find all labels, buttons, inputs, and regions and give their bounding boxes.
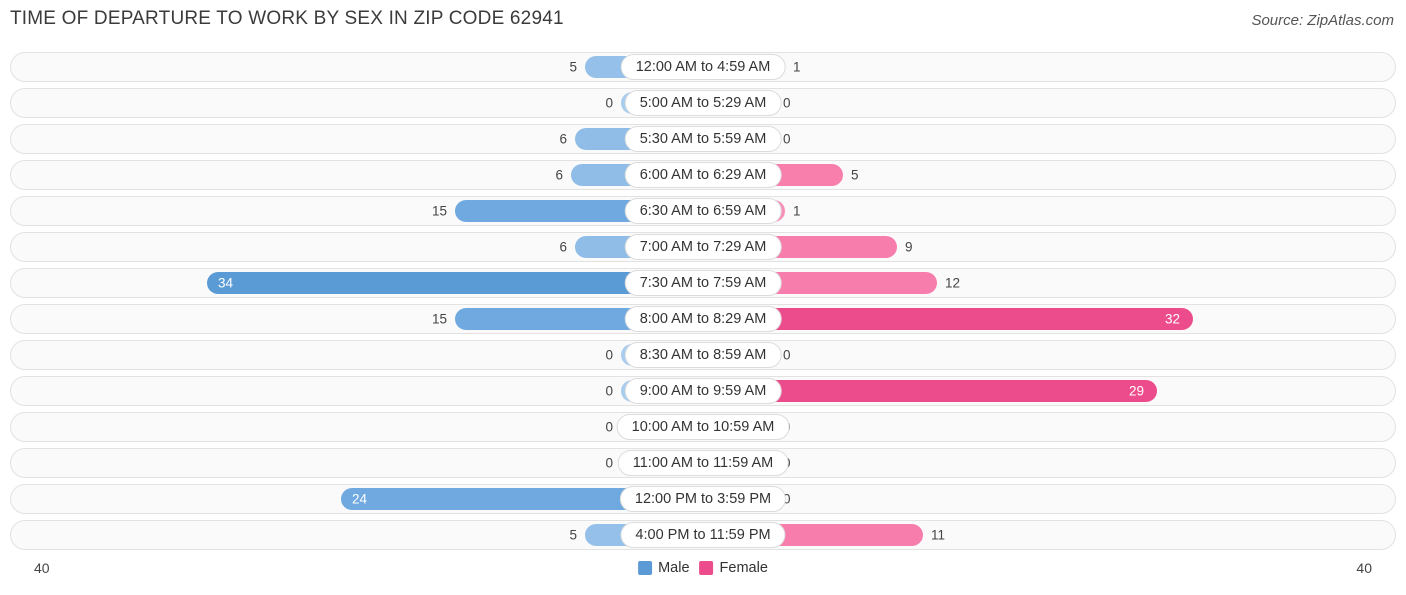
- value-female: 5: [851, 167, 859, 183]
- value-male: 15: [431, 203, 447, 219]
- row-inner: 6 0 5:30 AM to 5:59 AM: [11, 125, 1395, 153]
- chart-rows: 5 1 12:00 AM to 4:59 AM 0 0 5:00 AM to 5:29 A…: [10, 52, 1396, 556]
- category-label: 12:00 AM to 4:59 AM: [620, 54, 786, 80]
- table-row: 0011:00 AM to 11:59 AM: [10, 448, 1396, 478]
- row-inner: 6 5 6:00 AM to 6:29 AM: [11, 161, 1395, 189]
- table-row: 34 12 7:30 AM to 7:59 AM: [10, 268, 1396, 298]
- table-row: 0 29 9:00 AM to 9:59 AM: [10, 376, 1396, 406]
- row-inner: 0011:00 AM to 11:59 AM: [11, 449, 1395, 477]
- axis-right-max: 40: [1356, 560, 1372, 576]
- table-row: 6 9 7:00 AM to 7:29 AM: [10, 232, 1396, 262]
- table-row: 0 0 8:30 AM to 8:59 AM: [10, 340, 1396, 370]
- value-female: 0: [783, 347, 791, 363]
- table-row: 24 0 12:00 PM to 3:59 PM: [10, 484, 1396, 514]
- category-label: 5:00 AM to 5:29 AM: [624, 90, 782, 116]
- value-female: 0: [783, 131, 791, 147]
- row-inner: 5 11 4:00 PM to 11:59 PM: [11, 521, 1395, 549]
- value-male: 6: [555, 167, 563, 183]
- category-label: 5:30 AM to 5:59 AM: [624, 126, 782, 152]
- row-inner: 0 29 9:00 AM to 9:59 AM: [11, 377, 1395, 405]
- legend-item-male: Male: [638, 560, 690, 576]
- category-label: 9:00 AM to 9:59 AM: [624, 378, 782, 404]
- category-label: 8:30 AM to 8:59 AM: [624, 342, 782, 368]
- row-inner: 15 1 6:30 AM to 6:59 AM: [11, 197, 1395, 225]
- chart-legend: Male Female: [638, 560, 768, 576]
- table-row: 5 11 4:00 PM to 11:59 PM: [10, 520, 1396, 550]
- row-inner: 24 0 12:00 PM to 3:59 PM: [11, 485, 1395, 513]
- row-inner: 0 0 5:00 AM to 5:29 AM: [11, 89, 1395, 117]
- table-row: 5 1 12:00 AM to 4:59 AM: [10, 52, 1396, 82]
- value-male: 5: [569, 59, 577, 75]
- row-inner: 5 1 12:00 AM to 4:59 AM: [11, 53, 1395, 81]
- category-label: 11:00 AM to 11:59 AM: [617, 450, 789, 476]
- value-female: 11: [931, 527, 946, 543]
- table-row: 15 1 6:30 AM to 6:59 AM: [10, 196, 1396, 226]
- table-row: 0010:00 AM to 10:59 AM: [10, 412, 1396, 442]
- value-male: 0: [605, 383, 613, 399]
- row-inner: 0 0 8:30 AM to 8:59 AM: [11, 341, 1395, 369]
- table-row: 0 0 5:00 AM to 5:29 AM: [10, 88, 1396, 118]
- value-female: 1: [793, 203, 801, 219]
- legend-label-female: Female: [719, 560, 768, 576]
- value-female: 0: [783, 95, 791, 111]
- value-male: 5: [569, 527, 577, 543]
- value-male: 24: [351, 491, 367, 507]
- value-male: 6: [559, 131, 567, 147]
- value-female: 9: [905, 239, 913, 255]
- row-inner: 0010:00 AM to 10:59 AM: [11, 413, 1395, 441]
- category-label: 10:00 AM to 10:59 AM: [616, 414, 790, 440]
- category-label: 4:00 PM to 11:59 PM: [620, 522, 786, 548]
- legend-label-male: Male: [658, 560, 690, 576]
- table-row: 15 32 8:00 AM to 8:29 AM: [10, 304, 1396, 334]
- source-attribution: Source: ZipAtlas.com: [1251, 12, 1394, 29]
- value-female: 1: [793, 59, 801, 75]
- value-male: 0: [605, 95, 613, 111]
- value-female: 12: [945, 275, 961, 291]
- value-male: 15: [431, 311, 447, 327]
- table-row: 6 0 5:30 AM to 5:59 AM: [10, 124, 1396, 154]
- row-inner: 34 12 7:30 AM to 7:59 AM: [11, 269, 1395, 297]
- table-row: 6 5 6:00 AM to 6:29 AM: [10, 160, 1396, 190]
- chart-page: TIME OF DEPARTURE TO WORK BY SEX IN ZIP …: [0, 0, 1406, 595]
- value-female: 29: [1129, 383, 1145, 399]
- value-female: 32: [1165, 311, 1181, 327]
- category-label: 7:00 AM to 7:29 AM: [624, 234, 782, 260]
- category-label: 8:00 AM to 8:29 AM: [624, 306, 782, 332]
- page-title: TIME OF DEPARTURE TO WORK BY SEX IN ZIP …: [10, 8, 564, 29]
- row-inner: 15 32 8:00 AM to 8:29 AM: [11, 305, 1395, 333]
- value-male: 0: [605, 419, 613, 435]
- value-male: 0: [605, 455, 613, 471]
- category-label: 12:00 PM to 3:59 PM: [619, 486, 787, 512]
- value-male: 34: [217, 275, 233, 291]
- axis-left-max: 40: [34, 560, 50, 576]
- category-label: 6:30 AM to 6:59 AM: [624, 198, 782, 224]
- value-male: 6: [559, 239, 567, 255]
- category-label: 6:00 AM to 6:29 AM: [624, 162, 782, 188]
- legend-swatch-male: [638, 561, 653, 575]
- legend-item-female: Female: [699, 560, 768, 576]
- category-label: 7:30 AM to 7:59 AM: [624, 270, 782, 296]
- value-male: 0: [605, 347, 613, 363]
- row-inner: 6 9 7:00 AM to 7:29 AM: [11, 233, 1395, 261]
- legend-swatch-female: [699, 561, 714, 575]
